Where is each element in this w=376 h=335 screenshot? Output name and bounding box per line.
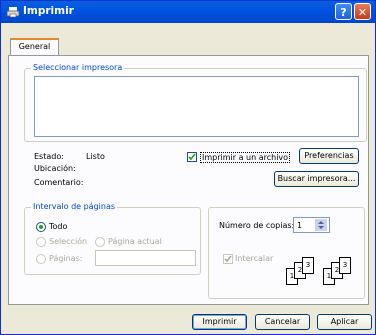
radio-pagina-actual-label: Página actual <box>108 237 162 246</box>
radio-pagina-actual[interactable] <box>95 237 105 247</box>
collate-stack-icon: 1 2 3 <box>323 257 356 287</box>
printer-group-legend: Seleccionar impresora <box>31 63 125 72</box>
copies-label: Número de copias: <box>219 221 295 230</box>
title-bar[interactable]: Imprimir ? ✕ <box>1 1 375 23</box>
cancel-button[interactable]: Cancelar <box>255 314 310 330</box>
print-button[interactable]: Imprimir <box>192 314 247 330</box>
estado-label: Estado: <box>34 152 64 161</box>
window-title: Imprimir <box>23 5 74 17</box>
printer-list[interactable] <box>34 76 359 137</box>
spin-arrows-icon <box>318 221 324 229</box>
radio-dot <box>39 225 43 229</box>
radio-todo-label: Todo <box>49 222 68 231</box>
help-button[interactable]: ? <box>335 3 352 20</box>
print-to-file-checkbox[interactable] <box>187 152 197 162</box>
intercalar-label: Intercalar <box>235 254 274 263</box>
copies-value: 1 <box>297 221 303 230</box>
estado-value: Listo <box>86 152 105 161</box>
page-range-legend: Intervalo de páginas <box>31 202 118 211</box>
radio-seleccion[interactable] <box>36 237 46 247</box>
print-dialog: Imprimir ? ✕ General Seleccionar impreso… <box>0 0 376 335</box>
find-printer-button[interactable]: Buscar impresora... <box>274 171 359 187</box>
printer-icon <box>7 7 19 18</box>
checkmark-icon <box>188 153 196 161</box>
close-button[interactable]: ✕ <box>354 3 371 20</box>
radio-paginas[interactable] <box>36 254 46 264</box>
ubicacion-label: Ubicación: <box>34 164 76 173</box>
collate-page: 3 <box>302 257 314 274</box>
collate-stack-icon: 1 2 3 <box>286 257 319 287</box>
intercalar-checkbox[interactable] <box>223 254 233 264</box>
apply-button[interactable]: Aplicar <box>317 314 372 330</box>
tab-general[interactable]: General <box>10 38 59 56</box>
radio-todo[interactable] <box>36 222 46 232</box>
radio-seleccion-label: Selección <box>49 237 88 246</box>
copies-spinner[interactable] <box>314 218 328 232</box>
comentario-label: Comentario: <box>34 178 84 187</box>
checkmark-icon <box>224 255 232 263</box>
pages-input[interactable] <box>95 250 196 266</box>
preferences-button[interactable]: Preferencias <box>299 148 359 164</box>
radio-paginas-label: Páginas: <box>49 254 83 263</box>
collate-page: 3 <box>339 257 351 274</box>
print-to-file-label[interactable]: Imprimir a un archivo <box>200 152 291 163</box>
